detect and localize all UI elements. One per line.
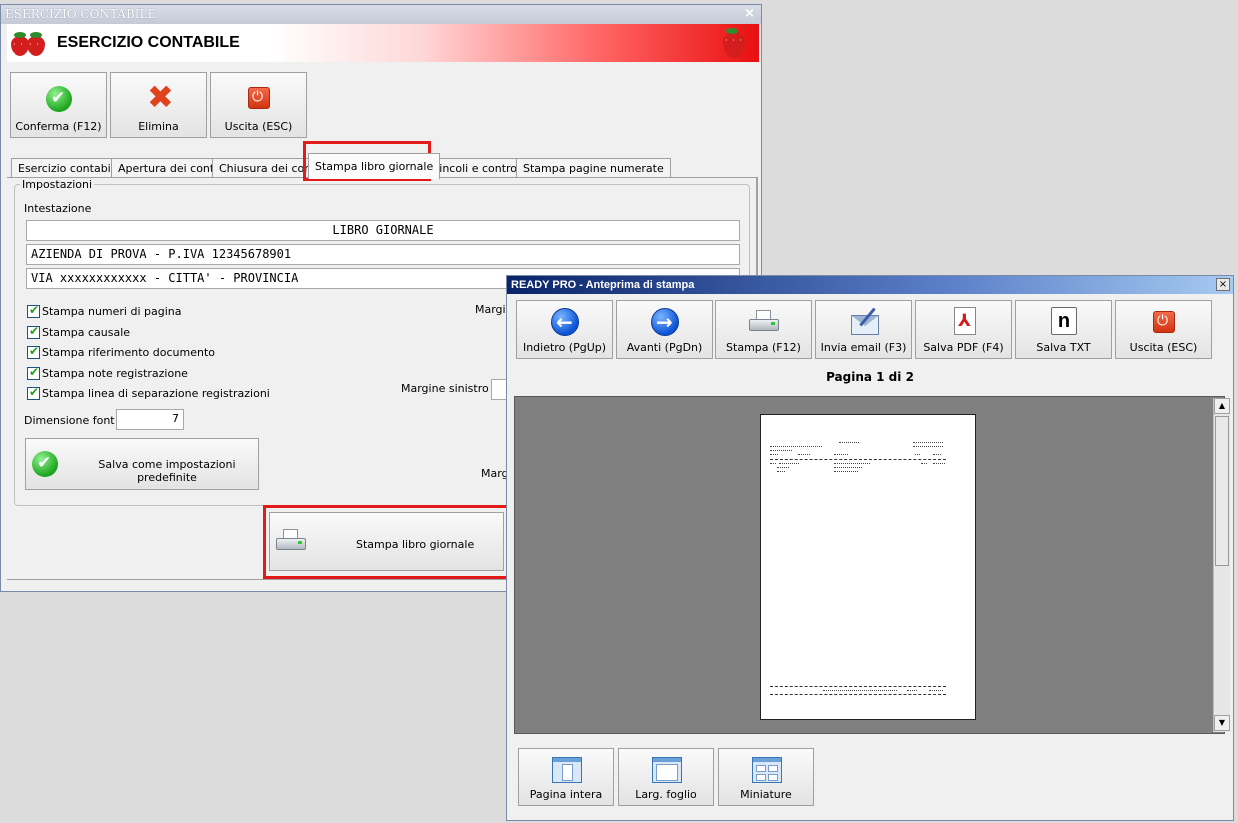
confirm-button[interactable]: Conferma (F12) — [10, 72, 107, 138]
margin-top-label: Margi — [475, 303, 506, 316]
delete-x-icon: ✖ — [147, 78, 174, 116]
pdf-icon — [954, 307, 976, 335]
vertical-scrollbar[interactable]: ▲ ▼ — [1213, 398, 1230, 732]
print-f12-button[interactable]: Stampa (F12) — [715, 300, 812, 359]
checkbox-notes[interactable] — [27, 365, 40, 380]
page-preview-sheet — [760, 414, 976, 720]
checkmark-icon — [32, 451, 58, 477]
font-size-label: Dimensione font : — [24, 414, 122, 427]
save-pdf-label: Salva PDF (F4) — [923, 341, 1004, 354]
preview-close-icon[interactable]: × — [1216, 278, 1230, 291]
email-icon — [851, 315, 879, 335]
header-line-1-field[interactable]: LIBRO GIORNALE — [26, 220, 740, 241]
checkbox-notes-label: Stampa note registrazione — [42, 367, 188, 380]
delete-button-label: Elimina — [138, 120, 179, 133]
save-txt-label: Salva TXT — [1036, 341, 1091, 354]
full-page-view-button[interactable]: Pagina intera — [518, 748, 614, 806]
header-line-2-field[interactable]: AZIENDA DI PROVA - P.IVA 12345678901 — [26, 244, 740, 265]
scroll-up-icon[interactable]: ▲ — [1214, 398, 1230, 414]
checkmark-icon — [46, 86, 72, 112]
page-width-label: Larg. foglio — [635, 788, 697, 801]
tab-stampa-pagine-numerate[interactable]: Stampa pagine numerate — [516, 158, 671, 178]
checkbox-page-numbers-label: Stampa numeri di pagina — [42, 305, 182, 318]
back-button-label: Indietro (PgUp) — [522, 341, 607, 354]
margin-left-label: Margine sinistro : — [401, 382, 496, 395]
printer-icon — [749, 310, 779, 334]
checkbox-causale-label: Stampa causale — [42, 326, 131, 339]
thumbnails-view-button[interactable]: Miniature — [718, 748, 814, 806]
settings-group-label: Impostazioni — [20, 178, 95, 191]
preview-title-bar: READY PRO - Anteprima di stampa × — [507, 276, 1233, 294]
checkbox-separator-line[interactable] — [27, 385, 40, 400]
send-email-label: Invia email (F3) — [820, 341, 907, 354]
arrow-right-icon: → — [651, 308, 679, 336]
main-title-bar: ESERCIZIO CONTABILE × — [1, 5, 761, 24]
save-pdf-button[interactable]: Salva PDF (F4) — [915, 300, 1012, 359]
send-email-button[interactable]: Invia email (F3) — [815, 300, 912, 359]
exit-button[interactable]: Uscita (ESC) — [210, 72, 307, 138]
preview-canvas[interactable]: ▲ ▼ — [514, 396, 1230, 734]
main-header-banner: ESERCIZIO CONTABILE — [7, 24, 759, 62]
save-txt-button[interactable]: n Salva TXT — [1015, 300, 1112, 359]
power-icon — [248, 87, 270, 109]
checkbox-separator-line-label: Stampa linea di separazione registrazion… — [42, 387, 270, 400]
strawberry-icon — [27, 32, 45, 58]
forward-pgdn-button[interactable]: → Avanti (PgDn) — [616, 300, 713, 359]
checkbox-document-reference-label: Stampa riferimento documento — [42, 346, 215, 359]
font-size-input[interactable]: 7 — [116, 409, 184, 430]
scrollbar-thumb[interactable] — [1215, 416, 1229, 566]
page-indicator: Pagina 1 di 2 — [826, 370, 914, 384]
delete-button[interactable]: ✖ Elimina — [110, 72, 207, 138]
thumbnails-icon — [752, 757, 782, 783]
print-button-label: Stampa (F12) — [726, 341, 801, 354]
page-width-icon — [652, 757, 682, 783]
back-pgup-button[interactable]: ← Indietro (PgUp) — [516, 300, 613, 359]
print-button-highlight-box — [263, 505, 511, 579]
main-header-title: ESERCIZIO CONTABILE — [57, 34, 240, 51]
main-close-icon[interactable]: × — [744, 6, 755, 21]
header-label: Intestazione — [24, 202, 92, 215]
checkbox-page-numbers[interactable] — [27, 303, 40, 318]
checkbox-causale[interactable] — [27, 324, 40, 339]
preview-exit-button[interactable]: Uscita (ESC) — [1115, 300, 1212, 359]
arrow-left-icon: ← — [551, 308, 579, 336]
main-window-title: ESERCIZIO CONTABILE — [5, 7, 157, 21]
full-page-icon — [552, 757, 582, 783]
save-defaults-label: Salva come impostazioni predefinite — [98, 458, 236, 484]
full-page-label: Pagina intera — [529, 788, 603, 801]
save-defaults-button[interactable]: Salva come impostazioni predefinite — [25, 438, 259, 490]
preview-window-title: READY PRO - Anteprima di stampa — [511, 279, 695, 291]
scroll-down-icon[interactable]: ▼ — [1214, 715, 1230, 731]
preview-exit-label: Uscita (ESC) — [1129, 341, 1198, 354]
thumbnails-label: Miniature — [740, 788, 792, 801]
forward-button-label: Avanti (PgDn) — [626, 341, 703, 354]
checkbox-document-reference[interactable] — [27, 344, 40, 359]
strawberry-logo-icon — [723, 28, 745, 58]
print-preview-window: READY PRO - Anteprima di stampa × ← Indi… — [506, 275, 1234, 821]
tab-stampa-libro-giornale[interactable]: Stampa libro giornale — [308, 153, 441, 179]
page-width-view-button[interactable]: Larg. foglio — [618, 748, 714, 806]
confirm-button-label: Conferma (F12) — [15, 120, 102, 133]
margin-bottom-label: Marg — [481, 467, 509, 480]
txt-icon: n — [1051, 307, 1077, 335]
tab-apertura-conti[interactable]: Apertura dei conti — [111, 158, 225, 178]
power-icon — [1153, 311, 1175, 333]
exit-button-label: Uscita (ESC) — [224, 120, 293, 133]
